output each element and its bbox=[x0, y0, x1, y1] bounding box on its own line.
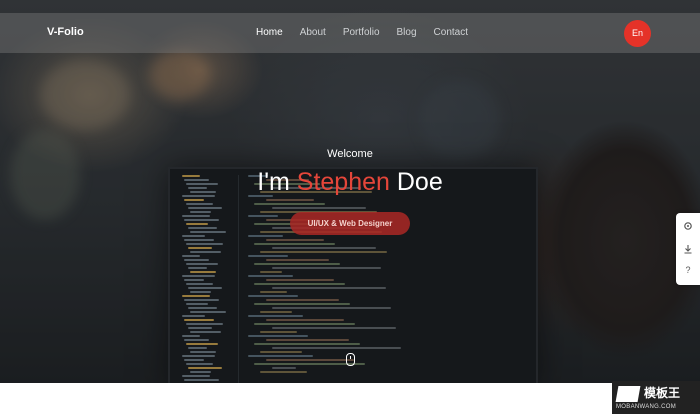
headline-surname: Doe bbox=[396, 168, 443, 196]
role-button[interactable]: UI/UX & Web Designer bbox=[290, 212, 410, 235]
settings-icon[interactable] bbox=[676, 221, 700, 233]
main-nav: Home About Portfolio Blog Contact bbox=[256, 27, 485, 38]
nav-home[interactable]: Home bbox=[256, 27, 283, 38]
scroll-down-icon[interactable] bbox=[346, 353, 355, 366]
help-icon[interactable]: ? bbox=[676, 265, 700, 275]
side-toolbar: ? bbox=[676, 213, 700, 285]
watermark: 模板王 MOBANWANG.COM bbox=[612, 381, 700, 414]
hero-headline: I'm Stephen Doe bbox=[0, 168, 700, 197]
brand-logo[interactable]: V-Folio bbox=[47, 26, 84, 38]
watermark-logo-icon bbox=[615, 386, 641, 402]
language-button[interactable]: En bbox=[624, 20, 651, 47]
nav-portfolio[interactable]: Portfolio bbox=[343, 27, 380, 38]
watermark-text: 模板王 bbox=[644, 386, 681, 400]
headline-prefix: I'm bbox=[257, 168, 290, 196]
nav-blog[interactable]: Blog bbox=[397, 27, 417, 38]
welcome-text: Welcome bbox=[327, 148, 373, 160]
nav-about[interactable]: About bbox=[300, 27, 326, 38]
navbar: V-Folio Home About Portfolio Blog Contac… bbox=[0, 13, 700, 53]
headline-name: Stephen bbox=[296, 168, 390, 196]
download-icon[interactable] bbox=[676, 244, 700, 256]
nav-contact[interactable]: Contact bbox=[434, 27, 468, 38]
watermark-url: MOBANWANG.COM bbox=[616, 404, 677, 410]
